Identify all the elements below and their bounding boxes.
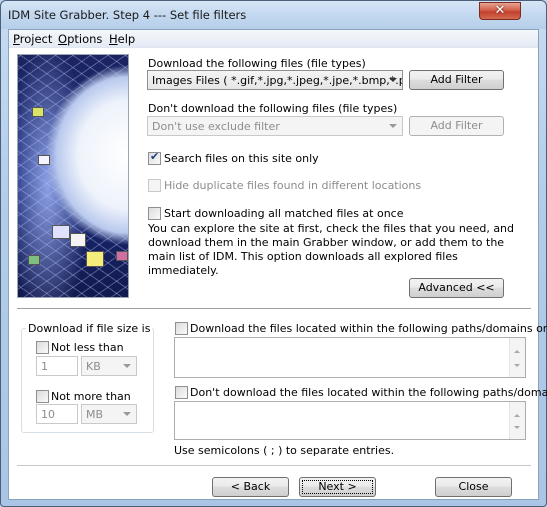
scroll-down-icon[interactable]: [514, 426, 520, 429]
include-filetypes-dropdown[interactable]: Images Files ( *.gif,*.jpg,*.jpeg,*.jpe,…: [147, 70, 403, 90]
banner-decoration: [70, 233, 86, 247]
menu-options-rest: ptions: [67, 32, 103, 46]
chevron-down-icon: [123, 364, 131, 368]
file-size-group-title: Download if file size is: [26, 322, 153, 335]
menu-options-accel: O: [58, 32, 68, 46]
search-site-only-label: Search files on this site only: [164, 152, 319, 165]
scroll-down-icon[interactable]: [514, 364, 520, 367]
include-add-filter-button[interactable]: Add Filter: [409, 70, 504, 90]
exclude-add-filter-button[interactable]: Add Filter: [409, 116, 504, 136]
banner-decoration: [38, 155, 50, 165]
max-size-input[interactable]: 10: [36, 404, 78, 424]
include-filetypes-value: Images Files ( *.gif,*.jpg,*.jpeg,*.jpe,…: [152, 74, 403, 87]
exclude-filetypes-value: Don't use exclude filter: [152, 120, 280, 133]
exclude-filetypes-dropdown[interactable]: Don't use exclude filter: [147, 116, 403, 136]
banner-decoration: [116, 251, 128, 261]
exclude-filetypes-label: Don't download the following files (file…: [148, 102, 398, 115]
not-less-than-checkbox[interactable]: [36, 341, 49, 354]
min-size-unit-value: KB: [86, 360, 101, 373]
next-button[interactable]: Next >: [299, 477, 376, 497]
window-close-button[interactable]: ✕: [479, 2, 521, 20]
title-bar[interactable]: IDM Site Grabber. Step 4 --- Set file fi…: [1, 1, 546, 29]
exclude-paths-textarea[interactable]: [174, 401, 526, 440]
hide-duplicates-label: Hide duplicate files found in different …: [164, 179, 422, 192]
banner-decoration: [32, 107, 44, 117]
section-divider: [17, 308, 531, 309]
include-paths-scrollbar[interactable]: [509, 338, 525, 377]
chevron-down-icon: [389, 78, 397, 82]
menu-project-accel: P: [13, 32, 20, 46]
include-paths-textarea[interactable]: [174, 337, 526, 378]
min-size-input[interactable]: 1: [36, 356, 78, 376]
chevron-down-icon: [123, 412, 131, 416]
window-frame: IDM Site Grabber. Step 4 --- Set file fi…: [0, 0, 547, 507]
include-paths-label: Download the files located within the fo…: [190, 322, 547, 335]
start-downloading-checkbox[interactable]: [148, 207, 161, 220]
exclude-paths-label: Don't download the files located within …: [190, 386, 547, 399]
search-site-only-checkbox[interactable]: [148, 150, 161, 165]
advanced-toggle-button[interactable]: Advanced <<: [409, 278, 504, 298]
not-more-than-label: Not more than: [51, 390, 131, 403]
include-filetypes-label: Download the following files (file types…: [148, 57, 366, 70]
back-button[interactable]: < Back: [212, 477, 289, 497]
menu-project[interactable]: Project: [13, 32, 52, 46]
banner-decoration: [52, 225, 70, 239]
banner-decoration: [86, 251, 104, 267]
not-more-than-checkbox[interactable]: [36, 390, 49, 403]
close-icon: ✕: [494, 3, 506, 18]
window-title: IDM Site Grabber. Step 4 --- Set file fi…: [8, 8, 247, 22]
scroll-up-icon[interactable]: [514, 350, 520, 353]
menu-project-rest: roject: [19, 32, 53, 46]
menu-help[interactable]: Help: [109, 32, 135, 46]
start-downloading-label: Start downloading all matched files at o…: [164, 207, 404, 220]
max-size-unit-value: MB: [86, 408, 104, 421]
menu-help-accel: H: [109, 32, 118, 46]
hide-duplicates-checkbox[interactable]: [148, 179, 161, 192]
exclude-paths-checkbox[interactable]: [175, 386, 188, 399]
max-size-unit-dropdown[interactable]: MB: [81, 404, 137, 424]
chevron-down-icon: [389, 124, 397, 128]
exclude-paths-scrollbar[interactable]: [509, 402, 525, 439]
not-less-than-label: Not less than: [51, 341, 124, 354]
close-button[interactable]: Close: [435, 477, 512, 497]
menu-bar: Project Options Help: [9, 30, 538, 48]
dialog-client-area: Project Options Help Download the follow…: [8, 29, 547, 500]
menu-options[interactable]: Options: [58, 32, 102, 46]
paths-separator-hint: Use semicolons ( ; ) to separate entries…: [174, 444, 395, 457]
min-size-unit-dropdown[interactable]: KB: [81, 356, 137, 376]
site-grabber-banner-image: [17, 54, 129, 298]
menu-help-rest: elp: [117, 32, 136, 46]
include-paths-checkbox[interactable]: [175, 322, 188, 335]
start-downloading-description: You can explore the site at first, check…: [148, 222, 515, 277]
banner-decoration: [28, 255, 40, 265]
scroll-up-icon[interactable]: [514, 414, 520, 417]
footer-divider: [17, 465, 531, 466]
